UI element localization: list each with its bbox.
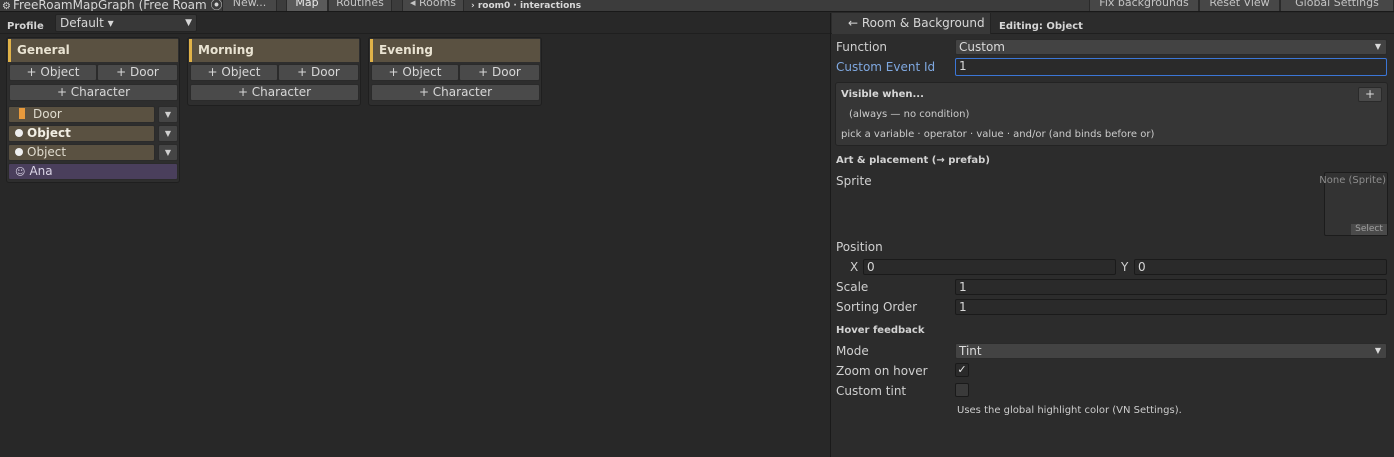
- inspector-header: ← Room & Background Editing: Object: [831, 13, 1394, 34]
- function-label: Function: [836, 40, 888, 54]
- add-object-button[interactable]: + Object: [371, 64, 459, 81]
- sprite-field[interactable]: None (Sprite) Select: [1319, 172, 1388, 236]
- sprite-label: Sprite: [836, 174, 872, 188]
- editing-label: Editing: Object: [999, 21, 1083, 32]
- ping-icon[interactable]: ⦿: [211, 0, 223, 11]
- position-y-field[interactable]: 0: [1134, 259, 1387, 275]
- inspector-panel: ← Room & Background Editing: Object Func…: [830, 13, 1394, 457]
- add-character-button[interactable]: + Character: [371, 84, 540, 101]
- x-label: X: [850, 260, 859, 274]
- scale-field[interactable]: 1: [955, 279, 1387, 295]
- reset-view-button[interactable]: Reset View: [1199, 0, 1280, 11]
- visible-condition-text: (always — no condition): [849, 109, 970, 120]
- add-character-button[interactable]: + Character: [9, 84, 178, 101]
- object-dot-icon: [15, 129, 23, 137]
- add-character-button[interactable]: + Character: [190, 84, 359, 101]
- chevron-down-icon: ▼: [164, 110, 172, 119]
- character-icon: ☺: [15, 167, 26, 178]
- column-title: Morning: [189, 39, 359, 62]
- graph-icon: ⚙: [2, 1, 11, 12]
- visible-help-text: pick a variable · operator · value · and…: [841, 129, 1155, 140]
- checkmark-icon: ✓: [957, 363, 967, 376]
- sorting-order-label: Sorting Order: [836, 300, 918, 314]
- position-label: Position: [836, 240, 883, 254]
- add-object-button[interactable]: + Object: [9, 64, 97, 81]
- column-morning: Morning + Object + Door + Character: [187, 37, 361, 106]
- custom-tint-checkbox[interactable]: [955, 383, 969, 397]
- chevron-down-icon: ▼: [164, 129, 172, 138]
- new-button[interactable]: New...: [222, 0, 277, 11]
- chevron-down-icon: ▼: [185, 18, 192, 28]
- item-menu-button[interactable]: ▼: [158, 125, 178, 142]
- function-value: Custom: [959, 40, 1005, 54]
- position-x-field[interactable]: 0: [863, 259, 1116, 275]
- add-condition-button[interactable]: +: [1358, 87, 1382, 102]
- rooms-button[interactable]: ◂ Rooms: [402, 0, 464, 11]
- list-item-character[interactable]: ☺ Ana: [8, 163, 178, 180]
- y-label: Y: [1121, 260, 1129, 274]
- global-settings-button[interactable]: Global Settings: [1280, 0, 1394, 11]
- chevron-down-icon: ▼: [1374, 42, 1381, 51]
- profile-label: Profile: [7, 21, 44, 32]
- profile-value: Default ▾: [60, 16, 114, 30]
- function-dropdown[interactable]: Custom ▼: [955, 39, 1387, 55]
- graph-title[interactable]: ⚙ FreeRoamMapGraph (Free Roam ⦿: [2, 0, 223, 12]
- art-placement-heading: Art & placement (→ prefab): [836, 155, 990, 166]
- tab-routines[interactable]: Routines: [328, 0, 392, 11]
- chevron-down-icon: ▼: [1374, 346, 1381, 355]
- toolbar: ⚙ FreeRoamMapGraph (Free Roam ⦿ New... Ma…: [0, 0, 1394, 12]
- custom-event-label: Custom Event Id: [836, 60, 936, 74]
- list-item-object[interactable]: Object: [8, 144, 155, 161]
- scale-label: Scale: [836, 280, 869, 294]
- object-dot-icon: [15, 148, 23, 156]
- fix-backgrounds-button[interactable]: Fix backgrounds: [1089, 0, 1199, 11]
- column-title: General: [8, 39, 178, 62]
- add-door-button[interactable]: + Door: [97, 64, 178, 81]
- sorting-order-field[interactable]: 1: [955, 299, 1387, 315]
- visibility-condition-box: Visible when... + (always — no condition…: [835, 82, 1388, 146]
- item-menu-button[interactable]: ▼: [158, 144, 178, 161]
- add-door-button[interactable]: + Door: [278, 64, 359, 81]
- door-icon: [19, 108, 25, 119]
- add-door-button[interactable]: + Door: [459, 64, 540, 81]
- custom-tint-label: Custom tint: [836, 384, 907, 398]
- item-menu-button[interactable]: ▼: [158, 106, 178, 123]
- profile-dropdown[interactable]: Default ▾ ▼: [55, 14, 197, 32]
- tab-map[interactable]: Map: [286, 0, 328, 11]
- zoom-on-hover-checkbox[interactable]: ✓: [955, 363, 969, 377]
- visible-when-title: Visible when...: [841, 89, 924, 100]
- mode-label: Mode: [836, 344, 869, 358]
- profile-row: Profile Default ▾ ▼: [0, 13, 830, 34]
- add-object-button[interactable]: + Object: [190, 64, 278, 81]
- custom-event-field[interactable]: 1: [955, 58, 1387, 76]
- zoom-on-hover-label: Zoom on hover: [836, 364, 928, 378]
- mode-dropdown[interactable]: Tint ▼: [955, 343, 1387, 359]
- sprite-value: None (Sprite): [1319, 175, 1386, 186]
- mode-value: Tint: [959, 344, 982, 358]
- chevron-down-icon: ▼: [164, 148, 172, 157]
- list-item-object[interactable]: Object: [8, 125, 155, 142]
- list-item-door[interactable]: Door: [8, 106, 155, 123]
- sprite-select-button[interactable]: Select: [1351, 224, 1387, 235]
- hover-feedback-heading: Hover feedback: [836, 325, 925, 336]
- breadcrumb: › room0 · interactions: [471, 1, 582, 11]
- column-evening: Evening + Object + Door + Character: [368, 37, 542, 106]
- custom-tint-hint: Uses the global highlight color (VN Sett…: [957, 405, 1182, 416]
- column-title: Evening: [370, 39, 540, 62]
- back-to-room-button[interactable]: ← Room & Background: [832, 13, 991, 34]
